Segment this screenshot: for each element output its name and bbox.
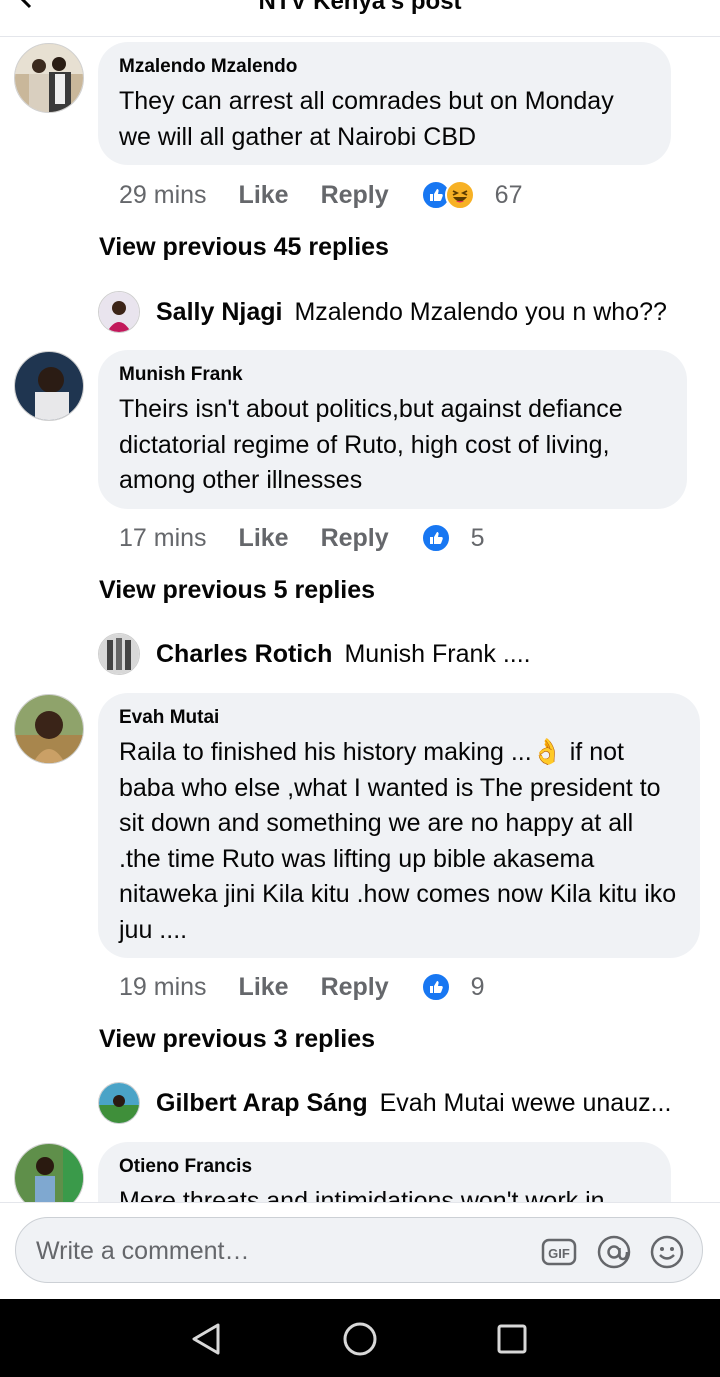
view-previous-replies[interactable]: View previous 45 replies — [99, 233, 389, 262]
comment-time[interactable]: 29 mins — [119, 181, 207, 210]
reply-preview[interactable]: Sally Njagi Mzalendo Mzalendo you n who?… — [98, 290, 667, 334]
comment-bubble[interactable]: Otieno Francis Mere threats and intimida… — [98, 1142, 671, 1202]
view-previous-replies[interactable]: View previous 5 replies — [99, 576, 375, 605]
avatar[interactable] — [14, 1143, 84, 1202]
comment-meta: 17 mins Like Reply 5 — [119, 518, 485, 558]
reply-button[interactable]: Reply — [321, 181, 389, 210]
nav-back-icon[interactable] — [186, 1319, 226, 1359]
like-button[interactable]: Like — [239, 973, 289, 1002]
reply-preview[interactable]: Charles Rotich Munish Frank .... — [98, 632, 531, 676]
reply-text: Mzalendo Mzalendo you n who?? — [294, 297, 667, 326]
emoji-icon[interactable] — [649, 1234, 685, 1270]
comment-text: Raila to finished his history making ...… — [119, 738, 677, 944]
reply-preview[interactable]: Gilbert Arap Sáng Evah Mutai wewe unauz.… — [98, 1081, 671, 1125]
reply-author[interactable]: Sally Njagi — [156, 298, 282, 327]
page-title: NTV Kenya's post — [258, 0, 462, 15]
comment-author[interactable]: Otieno Francis — [119, 1156, 649, 1178]
reaction-count[interactable]: 9 — [471, 973, 485, 1002]
comment-author[interactable]: Mzalendo Mzalendo — [119, 56, 649, 78]
like-reaction-icon — [420, 972, 451, 1002]
reply-author[interactable]: Gilbert Arap Sáng — [156, 1089, 368, 1118]
reply-text: Munish Frank .... — [344, 639, 531, 668]
like-reaction-icon — [420, 523, 451, 553]
avatar[interactable] — [98, 1082, 140, 1124]
comment-bubble[interactable]: Mzalendo Mzalendo They can arrest all co… — [98, 42, 671, 165]
reply-button[interactable]: Reply — [321, 973, 389, 1002]
comment-composer-bar: GIF — [0, 1202, 720, 1300]
post-header: NTV Kenya's post — [0, 0, 720, 37]
comments-list[interactable]: Mzalendo Mzalendo They can arrest all co… — [0, 37, 720, 1202]
comment-text: Theirs isn't about politics,but against … — [119, 395, 623, 494]
gif-icon[interactable]: GIF — [541, 1234, 577, 1270]
comment-text: They can arrest all comrades but on Mond… — [119, 87, 614, 151]
comment-bubble[interactable]: Munish Frank Theirs isn't about politics… — [98, 350, 687, 509]
reactions[interactable] — [420, 523, 451, 553]
nav-home-icon[interactable] — [340, 1319, 380, 1359]
avatar[interactable] — [98, 633, 140, 675]
mention-icon[interactable] — [596, 1234, 632, 1270]
nav-recent-apps-icon[interactable] — [492, 1319, 532, 1359]
haha-reaction-icon — [444, 180, 475, 210]
svg-text:GIF: GIF — [548, 1246, 570, 1261]
avatar[interactable] — [14, 694, 84, 764]
reply-text: Evah Mutai wewe unauz... — [379, 1088, 672, 1117]
comment-time[interactable]: 19 mins — [119, 973, 207, 1002]
reactions[interactable] — [420, 972, 451, 1002]
avatar[interactable] — [98, 291, 140, 333]
comment-author[interactable]: Evah Mutai — [119, 707, 678, 729]
reactions[interactable] — [420, 180, 475, 210]
comment-meta: 19 mins Like Reply 9 — [119, 967, 485, 1007]
comment-bubble[interactable]: Evah Mutai Raila to finished his history… — [98, 693, 700, 958]
reply-button[interactable]: Reply — [321, 524, 389, 553]
comment-text: Mere threats and intimidations won't wor… — [119, 1187, 605, 1202]
comment-time[interactable]: 17 mins — [119, 524, 207, 553]
system-navigation-bar — [0, 1299, 720, 1377]
like-button[interactable]: Like — [239, 524, 289, 553]
reply-author[interactable]: Charles Rotich — [156, 640, 332, 669]
comment-composer[interactable]: GIF — [15, 1217, 703, 1283]
avatar[interactable] — [14, 351, 84, 421]
like-button[interactable]: Like — [239, 181, 289, 210]
comment-author[interactable]: Munish Frank — [119, 364, 665, 386]
view-previous-replies[interactable]: View previous 3 replies — [99, 1025, 375, 1054]
reaction-count[interactable]: 67 — [495, 181, 523, 210]
comment-meta: 29 mins Like Reply 67 — [119, 175, 522, 215]
comment-input[interactable] — [34, 1228, 518, 1274]
reaction-count[interactable]: 5 — [471, 524, 485, 553]
avatar[interactable] — [14, 43, 84, 113]
